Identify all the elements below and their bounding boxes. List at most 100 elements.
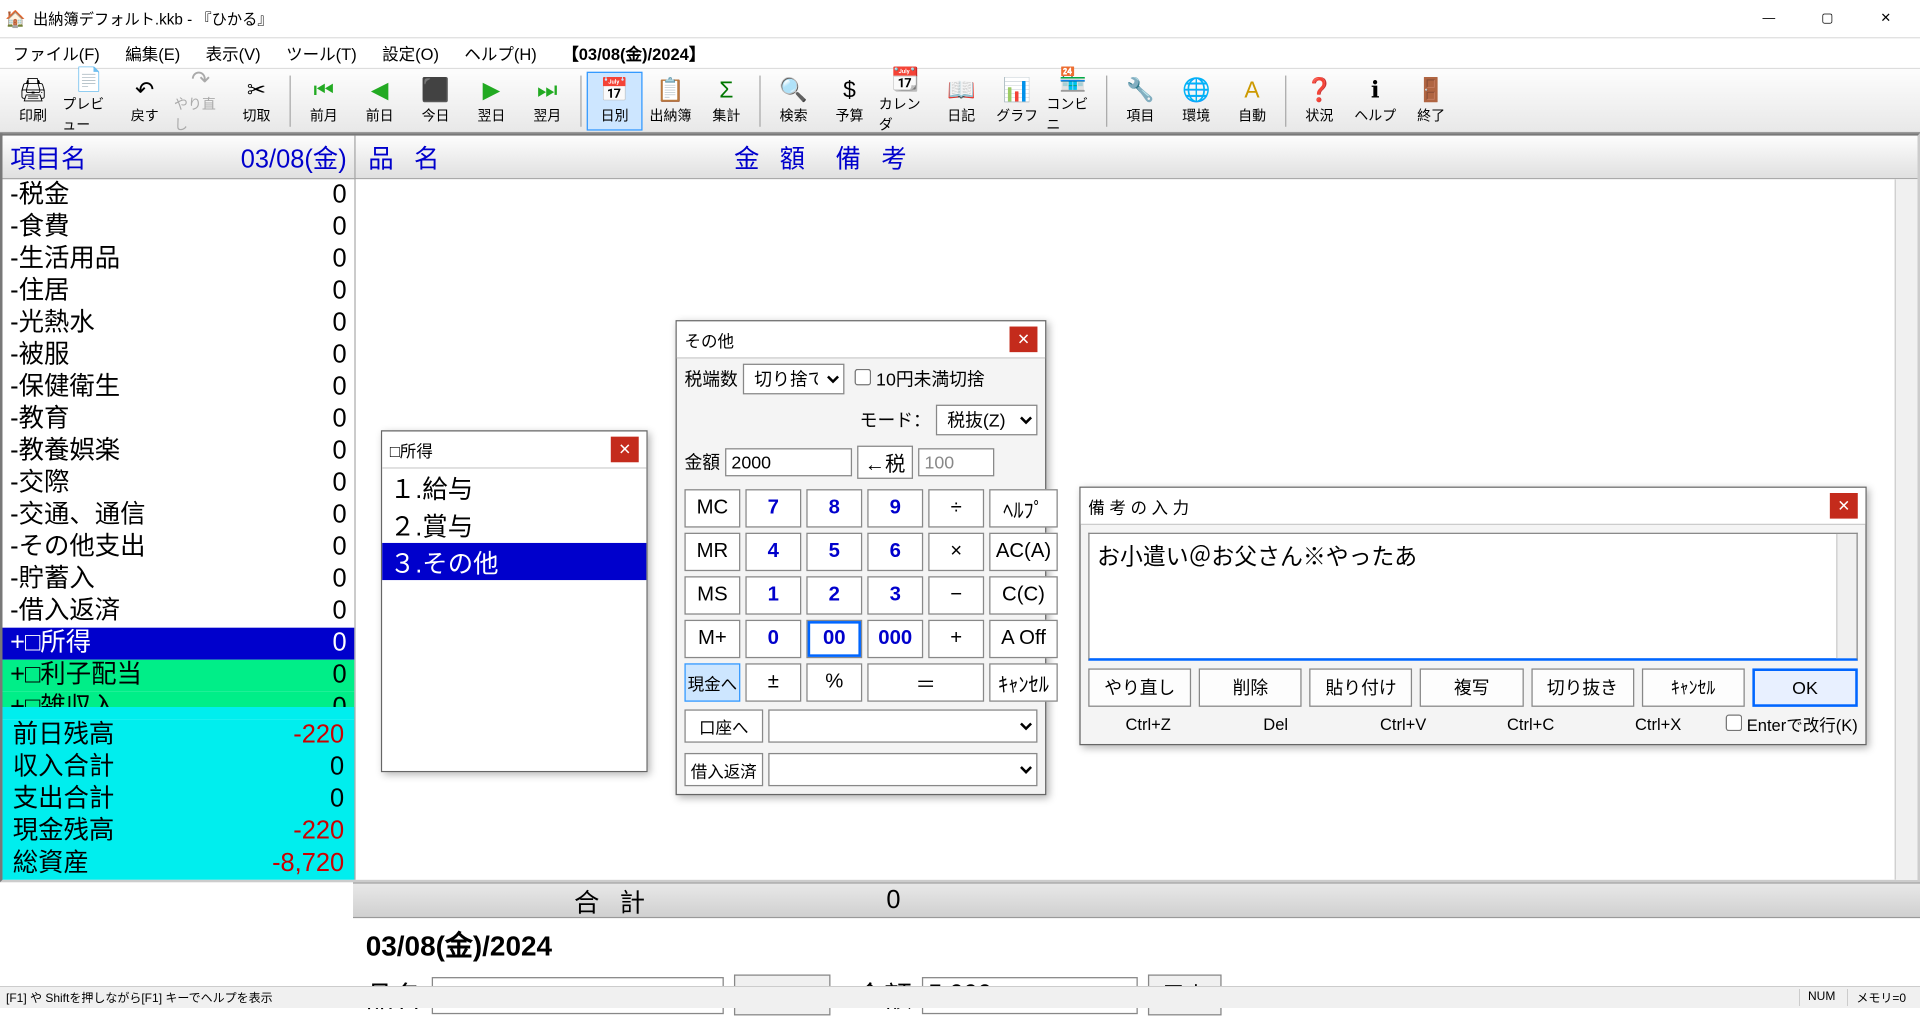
key-6[interactable]: 6 xyxy=(867,533,923,571)
category-row[interactable]: 借入返済0 xyxy=(3,595,355,627)
toolbar-daily[interactable]: 📅日別 xyxy=(587,71,643,130)
key-mc[interactable]: MC xyxy=(684,489,740,527)
key-ac[interactable]: AC(A) xyxy=(989,533,1058,571)
income-popup-close[interactable]: ✕ xyxy=(611,437,639,463)
tax-back-button[interactable]: ←税 xyxy=(857,446,913,479)
menu-settings[interactable]: 設定(O) xyxy=(369,38,451,67)
toolbar-print[interactable]: 🖨印刷 xyxy=(5,71,61,130)
category-row[interactable]: その他支出0 xyxy=(3,531,355,563)
enter-newline-label[interactable]: Enterで改行(K) xyxy=(1726,712,1858,736)
key-pm[interactable]: ± xyxy=(745,663,801,701)
account-button[interactable]: 口座へ xyxy=(684,709,763,742)
toolbar-nextm[interactable]: ⏭翌月 xyxy=(519,71,575,130)
toolbar-budget[interactable]: $予算 xyxy=(822,71,878,130)
key-7[interactable]: 7 xyxy=(745,489,801,527)
menu-edit[interactable]: 編集(E) xyxy=(113,38,193,67)
category-row[interactable]: 教育0 xyxy=(3,403,355,435)
toolbar-status[interactable]: ❓状況 xyxy=(1291,71,1347,130)
toolbar-graph[interactable]: 📊グラフ xyxy=(989,71,1045,130)
close-button[interactable]: ✕ xyxy=(1857,0,1915,38)
category-row[interactable]: 交際0 xyxy=(3,467,355,499)
key-0[interactable]: 0 xyxy=(745,620,801,658)
category-row[interactable]: 税金0 xyxy=(3,179,355,211)
toolbar-redo[interactable]: ↷やり直し xyxy=(173,71,229,130)
category-row[interactable]: □雑収入0 xyxy=(3,691,355,706)
memo-ok-button[interactable]: OK xyxy=(1752,668,1858,706)
category-row[interactable]: 教養娯楽0 xyxy=(3,435,355,467)
income-item[interactable]: ２.賞与 xyxy=(382,506,646,543)
income-item[interactable]: １.給与 xyxy=(382,469,646,506)
toolbar-diary[interactable]: 📖日記 xyxy=(933,71,989,130)
menu-file[interactable]: ファイル(F) xyxy=(0,38,113,67)
memo-undo-button[interactable]: やり直し xyxy=(1088,668,1191,706)
toolbar-item[interactable]: 🔧項目 xyxy=(1112,71,1168,130)
round10-checkbox[interactable] xyxy=(855,369,872,386)
category-row[interactable]: □所得0 xyxy=(3,627,355,659)
maximize-button[interactable]: ▢ xyxy=(1798,0,1856,38)
key-mplus[interactable]: M+ xyxy=(684,620,740,658)
category-row[interactable]: 貯蓄入0 xyxy=(3,563,355,595)
memo-scrollbar[interactable] xyxy=(1836,534,1856,658)
key-00[interactable]: 00 xyxy=(806,620,862,658)
key-4[interactable]: 4 xyxy=(745,533,801,571)
enter-newline-checkbox[interactable] xyxy=(1726,715,1743,732)
key-cash[interactable]: 現金へ xyxy=(684,663,740,701)
key-5[interactable]: 5 xyxy=(806,533,862,571)
income-list[interactable]: １.給与２.賞与３.その他 xyxy=(382,469,646,771)
memo-copy-button[interactable]: 複写 xyxy=(1420,668,1523,706)
category-row[interactable]: 生活用品0 xyxy=(3,243,355,275)
key-1[interactable]: 1 xyxy=(745,576,801,614)
minimize-button[interactable]: — xyxy=(1740,0,1798,38)
key-2[interactable]: 2 xyxy=(806,576,862,614)
loan-select[interactable] xyxy=(768,753,1037,786)
memo-close[interactable]: ✕ xyxy=(1830,493,1858,519)
key-add[interactable]: + xyxy=(928,620,984,658)
key-8[interactable]: 8 xyxy=(806,489,862,527)
menu-view[interactable]: 表示(V) xyxy=(193,38,273,67)
toolbar-calendar[interactable]: 📆カレンダ xyxy=(877,71,933,130)
category-row[interactable]: 食費0 xyxy=(3,211,355,243)
round10-checkbox-label[interactable]: 10円未満切捨 xyxy=(855,366,985,392)
key-3[interactable]: 3 xyxy=(867,576,923,614)
toolbar-env[interactable]: 🌐環境 xyxy=(1168,71,1224,130)
toolbar-conv[interactable]: 🏪コンビニ xyxy=(1045,71,1101,130)
calc-amount-input[interactable] xyxy=(725,448,852,476)
category-list[interactable]: 税金0食費0生活用品0住居0光熱水0被服0保健衛生0教育0教養娯楽0交際0交通、… xyxy=(3,179,355,707)
account-select[interactable] xyxy=(768,709,1037,742)
calculator-close[interactable]: ✕ xyxy=(1010,327,1038,353)
memo-delete-button[interactable]: 削除 xyxy=(1199,668,1302,706)
toolbar-undo[interactable]: ↶戻す xyxy=(117,71,173,130)
income-item[interactable]: ３.その他 xyxy=(382,543,646,580)
key-mul[interactable]: × xyxy=(928,533,984,571)
loan-button[interactable]: 借入返済 xyxy=(684,753,763,786)
key-000[interactable]: 000 xyxy=(867,620,923,658)
toolbar-auto[interactable]: A自動 xyxy=(1224,71,1280,130)
toolbar-preview[interactable]: 📄プレビュー xyxy=(61,71,117,130)
toolbar-exit[interactable]: 🚪終了 xyxy=(1403,71,1459,130)
key-aoff[interactable]: A Off xyxy=(989,620,1058,658)
key-9[interactable]: 9 xyxy=(867,489,923,527)
memo-cut-button[interactable]: 切り抜き xyxy=(1531,668,1634,706)
category-row[interactable]: 交通、通信0 xyxy=(3,499,355,531)
category-row[interactable]: 被服0 xyxy=(3,339,355,371)
category-row[interactable]: 保健衛生0 xyxy=(3,371,355,403)
key-div[interactable]: ÷ xyxy=(928,489,984,527)
mode-select[interactable]: 税抜(Z) xyxy=(936,405,1038,436)
toolbar-prevd[interactable]: ◀前日 xyxy=(352,71,408,130)
toolbar-sum[interactable]: Σ集計 xyxy=(698,71,754,130)
toolbar-cut[interactable]: ✂切取 xyxy=(229,71,285,130)
menu-tool[interactable]: ツール(T) xyxy=(273,38,369,67)
key-ms[interactable]: MS xyxy=(684,576,740,614)
key-help[interactable]: ﾍﾙﾌﾟ xyxy=(989,489,1058,527)
memo-paste-button[interactable]: 貼り付け xyxy=(1310,668,1413,706)
memo-cancel-button[interactable]: ｷｬﾝｾﾙ xyxy=(1642,668,1745,706)
tax-fraction-select[interactable]: 切り捨て xyxy=(743,364,845,395)
key-eq[interactable]: ＝ xyxy=(867,663,984,701)
category-row[interactable]: 住居0 xyxy=(3,275,355,307)
toolbar-nextd[interactable]: ▶翌日 xyxy=(463,71,519,130)
toolbar-helpb[interactable]: ℹヘルプ xyxy=(1347,71,1403,130)
key-mr[interactable]: MR xyxy=(684,533,740,571)
key-sub[interactable]: − xyxy=(928,576,984,614)
toolbar-today[interactable]: ⬛今日 xyxy=(408,71,464,130)
toolbar-search[interactable]: 🔍検索 xyxy=(766,71,822,130)
